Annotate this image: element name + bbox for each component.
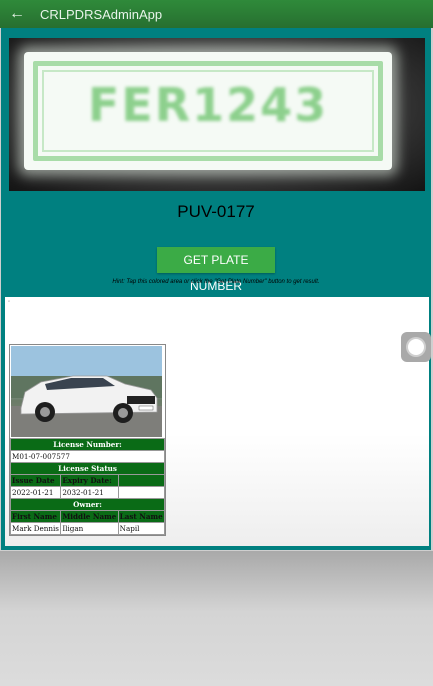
hint-text: Hint: Tap this colored area or click the… [112, 279, 320, 285]
main-content[interactable]: FER1243 PUV-0177 GET PLATE NUMBER Hint: … [1, 28, 431, 550]
app-bar: ← CRLPDRSAdminApp [0, 0, 433, 28]
middle-name-label: Middle Name [60, 510, 119, 523]
vehicle-record-table: License Number: M01-07-007577 License St… [9, 438, 166, 535]
first-name-label: First Name [9, 510, 62, 523]
owner-header: Owner: [10, 498, 165, 511]
vehicle-photo [11, 346, 162, 437]
bottom-area [0, 551, 433, 686]
issue-date-label: Issue Date [9, 474, 62, 487]
issue-date-value: 2022-01-21 [9, 486, 62, 499]
camera-preview[interactable]: FER1243 [9, 38, 425, 191]
license-plate-image: FER1243 [24, 52, 392, 170]
vehicle-record-webview[interactable]: ◦ License Number: M01-07-007577 License … [5, 297, 429, 546]
middle-name-value: Iligan [60, 522, 119, 535]
plate-text-in-image: FER1243 [87, 78, 329, 132]
circle-icon [408, 339, 424, 355]
expiry-date-value: 2032-01-21 [60, 486, 119, 499]
vehicle-record-card: License Number: M01-07-007577 License St… [9, 344, 166, 536]
get-plate-number-button[interactable]: GET PLATE NUMBER [157, 247, 275, 293]
last-name-value: Napil [117, 522, 166, 535]
floating-assistive-button[interactable] [401, 332, 431, 362]
webview-marker: ◦ [8, 299, 11, 305]
license-status-header: License Status [10, 462, 165, 475]
last-name-label: Last Name [117, 510, 166, 523]
app-title: CRLPDRSAdminApp [40, 6, 163, 22]
first-name-value: Mark Dennis [9, 522, 62, 535]
license-number-value: M01-07-007577 [10, 450, 165, 463]
expiry-date-label: Expiry Date: [60, 474, 119, 487]
recognized-plate-number: PUV-0177 [177, 202, 255, 221]
license-number-header: License Number: [10, 438, 165, 451]
arrow-left-icon[interactable]: ← [0, 5, 34, 23]
